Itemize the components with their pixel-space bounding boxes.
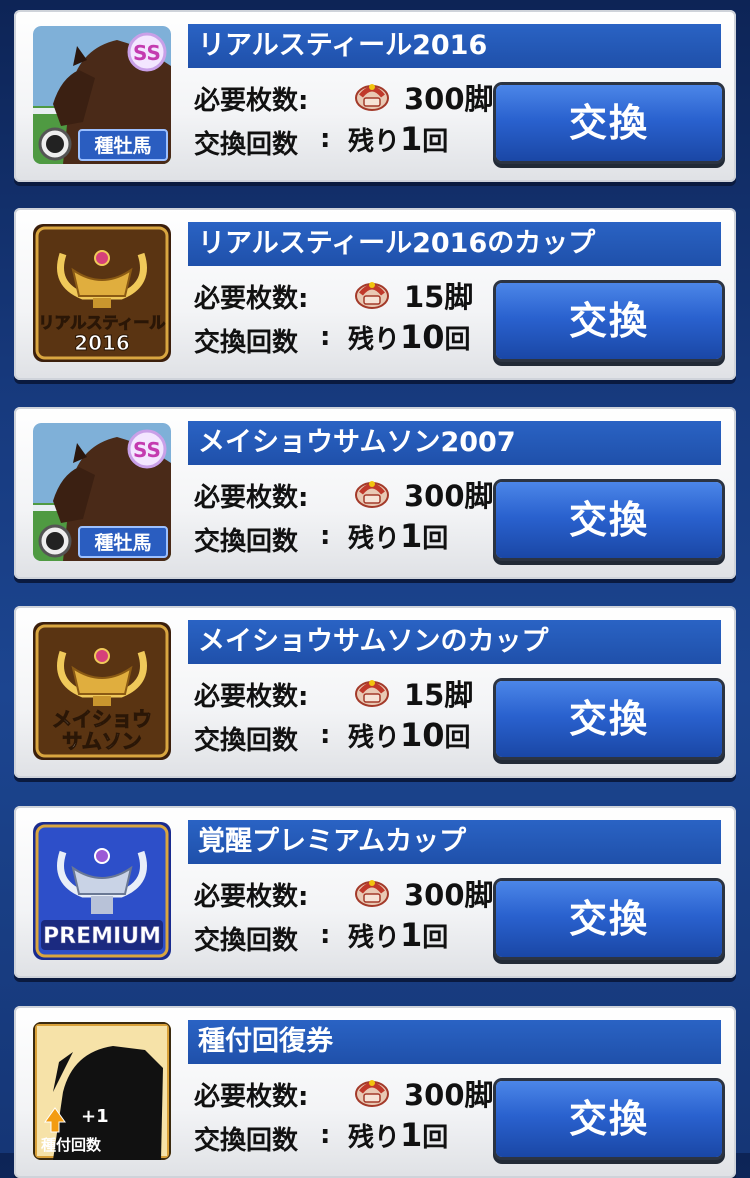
- item-thumbnail[interactable]: SS 種牡馬: [33, 423, 171, 561]
- exchange-count-label: 交換回数: [194, 1126, 299, 1156]
- required-label: 必要枚数:: [194, 483, 309, 513]
- exchange-item-card: SS 種牡馬 リアルスティール2016 必要枚数: 300脚交換回数: 残り1回 交換: [14, 10, 736, 182]
- remaining-count: 残り1回: [348, 916, 448, 954]
- remain-number: 1: [400, 1116, 423, 1154]
- cup-name-text: リアルスティール: [39, 313, 166, 332]
- item-title: リアルスティール2016のカップ: [188, 222, 721, 266]
- exchange-button[interactable]: 交換: [496, 283, 722, 359]
- stallion-icon: SS 種牡馬: [33, 423, 171, 561]
- item-title: 種付回復券: [188, 1020, 721, 1064]
- exchange-button[interactable]: 交換: [496, 85, 722, 161]
- remain-number: 10: [400, 716, 445, 754]
- cost-amount: 15脚: [404, 678, 474, 712]
- exchange-count-label: 交換回数: [194, 926, 299, 956]
- stallion-tag-text: 種牡馬: [94, 135, 151, 157]
- cost-amount: 300脚: [404, 82, 494, 116]
- remain-prefix: 残り: [348, 127, 401, 157]
- exchange-count-label: 交換回数: [194, 130, 299, 160]
- cup-name-text: メイショウ: [52, 707, 152, 731]
- remaining-count: 残り10回: [348, 318, 471, 356]
- required-label: 必要枚数:: [194, 882, 309, 912]
- remaining-count: 残り1回: [348, 120, 448, 158]
- stallion-tag-text: 種牡馬: [94, 532, 151, 554]
- colon-separator: :: [320, 521, 331, 551]
- exchange-item-card: SS 種牡馬 メイショウサムソン2007 必要枚数: 300脚交換回数: 残り1回 交換: [14, 407, 736, 579]
- exchange-item-card: PREMIUM 覚醒プレミアムカップ必要枚数: 300脚交換回数: 残り1回 交換: [14, 806, 736, 978]
- horseshoe-coin-icon: [355, 481, 389, 508]
- required-label: 必要枚数:: [194, 86, 309, 116]
- item-thumbnail[interactable]: PREMIUM: [33, 822, 171, 960]
- horseshoe-coin-icon: [355, 1080, 389, 1107]
- item-title: 覚醒プレミアムカップ: [188, 820, 721, 864]
- cost-amount: 15脚: [404, 280, 474, 314]
- exchange-item-card: リアルスティール 2016 リアルスティール2016のカップ必要枚数: 15脚交換回数…: [14, 208, 736, 380]
- exchange-button[interactable]: 交換: [496, 1081, 722, 1157]
- item-thumbnail[interactable]: +1 種付回数: [33, 1022, 171, 1160]
- horseshoe-coin-icon: [355, 84, 389, 111]
- remain-prefix: 残り: [348, 1123, 401, 1153]
- horseshoe-coin-icon: [355, 680, 389, 707]
- remaining-count: 残り1回: [348, 517, 448, 555]
- exchange-button[interactable]: 交換: [496, 482, 722, 558]
- rank-badge-text: SS: [133, 41, 161, 65]
- exchange-count-label: 交換回数: [194, 527, 299, 557]
- remain-suffix: 回: [422, 127, 449, 157]
- colon-separator: :: [320, 322, 331, 352]
- required-label: 必要枚数:: [194, 682, 309, 712]
- ticket-icon: +1 種付回数: [33, 1022, 171, 1160]
- remaining-count: 残り1回: [348, 1116, 448, 1154]
- item-title: リアルスティール2016: [188, 24, 721, 68]
- exchange-item-card: メイショウ サムソン メイショウサムソンのカップ 必要枚数: 15脚 交換回数: 残り10回…: [14, 606, 736, 778]
- remain-suffix: 回: [422, 524, 449, 554]
- item-title: メイショウサムソン2007: [188, 421, 721, 465]
- item-title: メイショウサムソンのカップ: [188, 620, 721, 664]
- cost-amount: 300脚: [404, 878, 494, 912]
- remain-number: 1: [400, 916, 423, 954]
- exchange-item-card: +1 種付回数 種付回復券必要枚数: 300脚交換回数: 残り1回 交換: [14, 1006, 736, 1178]
- gold-cup-icon: メイショウサムソン: [33, 622, 171, 760]
- remain-suffix: 回: [422, 923, 449, 953]
- colon-separator: :: [320, 1120, 331, 1150]
- colon-separator: :: [320, 720, 331, 750]
- cup-sub-text: サムソン: [62, 729, 142, 753]
- item-thumbnail[interactable]: リアルスティール 2016: [33, 224, 171, 362]
- premium-cup-icon: PREMIUM: [33, 822, 171, 960]
- remain-number: 10: [400, 318, 445, 356]
- exchange-count-label: 交換回数: [194, 328, 299, 358]
- cost-amount: 300脚: [404, 479, 494, 513]
- remain-number: 1: [400, 120, 423, 158]
- stallion-icon: SS 種牡馬: [33, 26, 171, 164]
- exchange-button[interactable]: 交換: [496, 881, 722, 957]
- item-thumbnail[interactable]: メイショウ サムソン: [33, 622, 171, 760]
- gold-cup-icon: リアルスティール2016: [33, 224, 171, 362]
- premium-text: PREMIUM: [43, 924, 161, 949]
- ticket-caption-text: 種付回数: [41, 1136, 102, 1154]
- remain-suffix: 回: [422, 1123, 449, 1153]
- horseshoe-coin-icon: [355, 880, 389, 907]
- remain-prefix: 残り: [348, 723, 401, 753]
- colon-separator: :: [320, 124, 331, 154]
- cost-amount: 300脚: [404, 1078, 494, 1112]
- horseshoe-coin-icon: [355, 282, 389, 309]
- required-label: 必要枚数:: [194, 1082, 309, 1112]
- remain-prefix: 残り: [348, 325, 401, 355]
- remain-suffix: 回: [444, 723, 471, 753]
- exchange-count-label: 交換回数: [194, 726, 299, 756]
- remaining-count: 残り10回: [348, 716, 471, 754]
- cup-sub-text: 2016: [74, 331, 130, 355]
- remain-number: 1: [400, 517, 423, 555]
- ticket-plus-text: +1: [81, 1106, 109, 1127]
- exchange-button[interactable]: 交換: [496, 681, 722, 757]
- rank-badge-text: SS: [133, 438, 161, 462]
- remain-prefix: 残り: [348, 524, 401, 554]
- item-thumbnail[interactable]: SS 種牡馬: [33, 26, 171, 164]
- remain-prefix: 残り: [348, 923, 401, 953]
- remain-suffix: 回: [444, 325, 471, 355]
- colon-separator: :: [320, 920, 331, 950]
- required-label: 必要枚数:: [194, 284, 309, 314]
